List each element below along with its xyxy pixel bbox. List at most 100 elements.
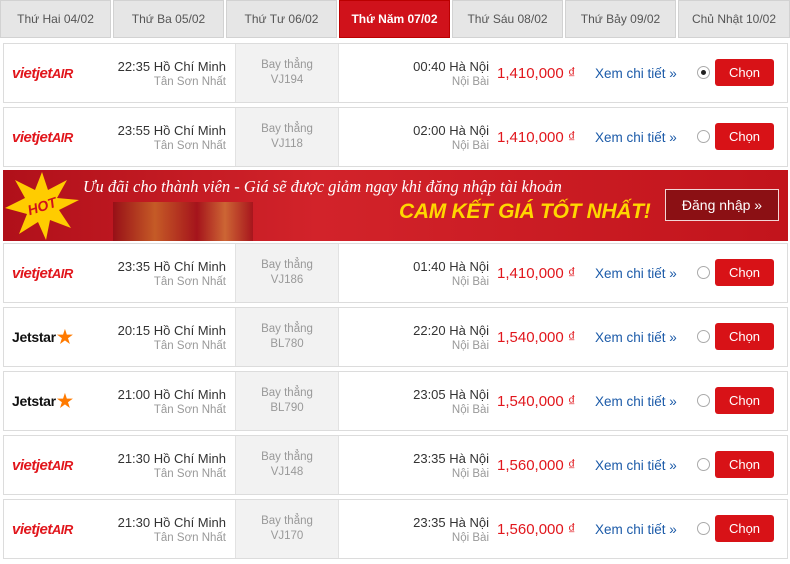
star-icon: ★ [56, 326, 73, 347]
flight-type: Bay thẳng [261, 387, 313, 399]
view-details-link[interactable]: Xem chi tiết » [595, 308, 677, 366]
vietjet-logo: vietjetAIR [12, 65, 73, 82]
select-button[interactable]: Chọn [715, 123, 774, 150]
vietjet-logo-suffix: AIR [51, 129, 73, 145]
arrival-cell: 00:40 Hà Nội Nội Bài [340, 44, 493, 102]
vietjet-logo: vietjetAIR [12, 265, 73, 282]
flight-type: Bay thẳng [261, 59, 313, 71]
departure-time-city: 23:35 Hồ Chí Minh [117, 259, 226, 274]
tab-day[interactable]: Chủ Nhật 10/02 [678, 0, 790, 38]
view-details-link[interactable]: Xem chi tiết » [595, 44, 677, 102]
flight-row[interactable]: vietjetAIR 21:30 Hồ Chí Minh Tân Sơn Nhấ… [3, 435, 788, 495]
flight-radio[interactable] [697, 522, 710, 535]
tab-day[interactable]: Thứ Hai 04/02 [0, 0, 111, 38]
price-guarantee-text: CAM KẾT GIÁ TỐT NHẤT! [399, 200, 651, 223]
flight-radio[interactable] [697, 330, 710, 343]
airline-cell: vietjetAIR [4, 244, 104, 302]
flight-radio[interactable] [697, 394, 710, 407]
jetstar-logo: Jetstar ★ [12, 391, 73, 412]
flight-radio[interactable] [697, 130, 710, 143]
vietjet-logo-main: vietjet [12, 520, 52, 538]
flight-info-cell: Bay thẳng VJ170 [235, 500, 339, 558]
departure-time-city: 21:30 Hồ Chí Minh [117, 515, 226, 530]
price: 1,410,000 ₫ [497, 64, 576, 82]
star-icon: ★ [56, 390, 73, 411]
tab-day[interactable]: Thứ Ba 05/02 [113, 0, 224, 38]
flight-radio[interactable] [697, 66, 710, 79]
departure-airport: Tân Sơn Nhất [153, 76, 226, 88]
vietjet-logo-suffix: AIR [51, 457, 73, 473]
promo-banner[interactable]: HOT Ưu đãi cho thành viên - Giá sẽ được … [3, 170, 788, 241]
price: 1,410,000 ₫ [497, 128, 576, 146]
view-details-link[interactable]: Xem chi tiết » [595, 108, 677, 166]
arrival-airport: Nội Bài [451, 76, 489, 88]
arrival-time-city: 23:05 Hà Nội [413, 387, 489, 402]
select-button[interactable]: Chọn [715, 515, 774, 542]
view-details-link[interactable]: Xem chi tiết » [595, 244, 677, 302]
departure-cell: 21:30 Hồ Chí Minh Tân Sơn Nhất [104, 500, 232, 558]
select-button[interactable]: Chọn [715, 59, 774, 86]
flight-info-cell: Bay thẳng BL790 [235, 372, 339, 430]
view-details-link[interactable]: Xem chi tiết » [595, 436, 677, 494]
departure-airport: Tân Sơn Nhất [153, 340, 226, 352]
flight-info-cell: Bay thẳng VJ186 [235, 244, 339, 302]
view-details-link[interactable]: Xem chi tiết » [595, 372, 677, 430]
arrival-cell: 23:05 Hà Nội Nội Bài [340, 372, 493, 430]
flight-radio[interactable] [697, 458, 710, 471]
vietjet-logo-main: vietjet [12, 264, 52, 282]
airline-cell: Jetstar ★ [4, 372, 104, 430]
view-details-link[interactable]: Xem chi tiết » [595, 500, 677, 558]
arrival-airport: Nội Bài [451, 532, 489, 544]
airline-cell: vietjetAIR [4, 436, 104, 494]
departure-airport: Tân Sơn Nhất [153, 532, 226, 544]
promo-text: Ưu đãi cho thành viên - Giá sẽ được giảm… [83, 177, 562, 196]
flight-row[interactable]: Jetstar ★ 20:15 Hồ Chí Minh Tân Sơn Nhất … [3, 307, 788, 367]
airline-cell: vietjetAIR [4, 44, 104, 102]
price: 1,560,000 ₫ [497, 520, 576, 538]
flight-row[interactable]: vietjetAIR 23:55 Hồ Chí Minh Tân Sơn Nhấ… [3, 107, 788, 167]
jetstar-logo: Jetstar ★ [12, 327, 73, 348]
flight-code: VJ186 [270, 274, 304, 286]
departure-cell: 20:15 Hồ Chí Minh Tân Sơn Nhất [104, 308, 232, 366]
flight-info-cell: Bay thẳng VJ194 [235, 44, 339, 102]
select-button[interactable]: Chọn [715, 259, 774, 286]
tab-day-active[interactable]: Thứ Năm 07/02 [339, 0, 450, 38]
departure-time-city: 21:30 Hồ Chí Minh [117, 451, 226, 466]
flight-row[interactable]: vietjetAIR 23:35 Hồ Chí Minh Tân Sơn Nhấ… [3, 243, 788, 303]
select-button[interactable]: Chọn [715, 323, 774, 350]
login-button[interactable]: Đăng nhập » [665, 189, 779, 221]
tab-day[interactable]: Thứ Bảy 09/02 [565, 0, 676, 38]
departure-time-city: 22:35 Hồ Chí Minh [117, 59, 226, 74]
price: 1,560,000 ₫ [497, 456, 576, 474]
date-tabs: Thứ Hai 04/02 Thứ Ba 05/02 Thứ Tư 06/02 … [0, 0, 790, 38]
flight-code: VJ118 [271, 138, 303, 150]
gift-decoration [113, 202, 253, 241]
vietjet-logo-suffix: AIR [51, 521, 73, 537]
select-button[interactable]: Chọn [715, 387, 774, 414]
arrival-airport: Nội Bài [451, 468, 489, 480]
airline-cell: vietjetAIR [4, 500, 104, 558]
flight-code: BL780 [270, 338, 304, 350]
departure-airport: Tân Sơn Nhất [153, 276, 226, 288]
vietjet-logo: vietjetAIR [12, 457, 73, 474]
arrival-time-city: 02:00 Hà Nội [413, 123, 489, 138]
vietjet-logo: vietjetAIR [12, 129, 73, 146]
arrival-cell: 01:40 Hà Nội Nội Bài [340, 244, 493, 302]
select-button[interactable]: Chọn [715, 451, 774, 478]
hot-burst-icon: HOT [5, 172, 79, 240]
flight-info-cell: Bay thẳng VJ118 [235, 108, 339, 166]
vietjet-logo-main: vietjet [12, 128, 52, 146]
flight-row[interactable]: vietjetAIR 21:30 Hồ Chí Minh Tân Sơn Nhấ… [3, 499, 788, 559]
flight-type: Bay thẳng [261, 123, 313, 135]
flight-row[interactable]: Jetstar ★ 21:00 Hồ Chí Minh Tân Sơn Nhất … [3, 371, 788, 431]
arrival-cell: 02:00 Hà Nội Nội Bài [340, 108, 493, 166]
jetstar-logo-main: Jetstar [12, 329, 56, 345]
tab-day[interactable]: Thứ Sáu 08/02 [452, 0, 563, 38]
flight-radio[interactable] [697, 266, 710, 279]
arrival-airport: Nội Bài [451, 340, 489, 352]
flight-type: Bay thẳng [261, 323, 313, 335]
departure-cell: 23:55 Hồ Chí Minh Tân Sơn Nhất [104, 108, 232, 166]
departure-airport: Tân Sơn Nhất [153, 140, 226, 152]
flight-row[interactable]: vietjetAIR 22:35 Hồ Chí Minh Tân Sơn Nhấ… [3, 43, 788, 103]
tab-day[interactable]: Thứ Tư 06/02 [226, 0, 337, 38]
